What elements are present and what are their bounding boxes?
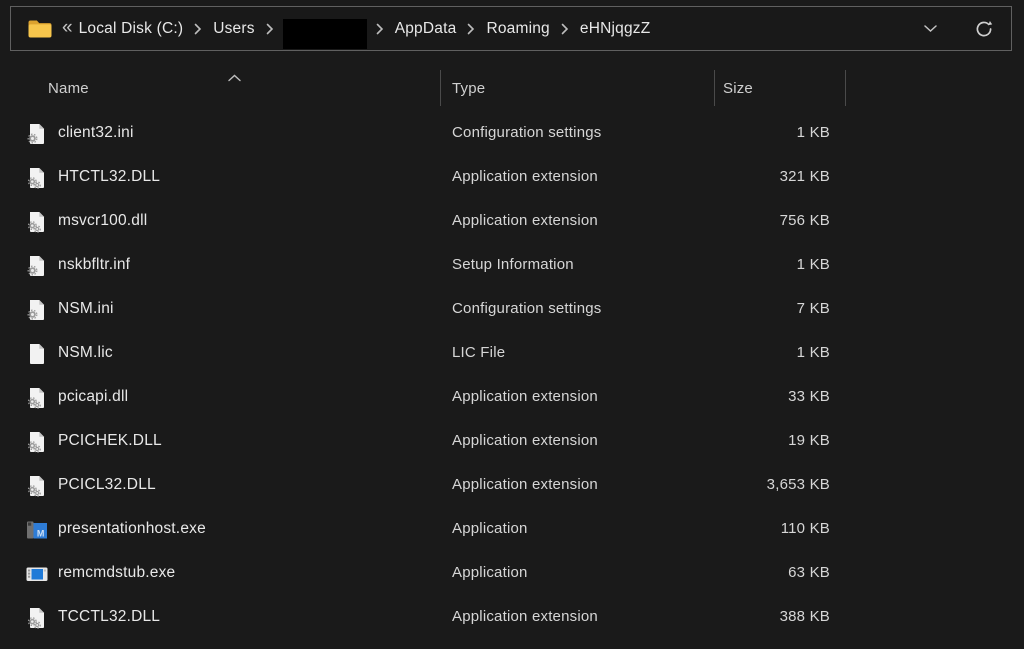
file-type: Configuration settings bbox=[452, 124, 602, 141]
file-type: Application extension bbox=[452, 168, 598, 185]
breadcrumb-item[interactable]: eHNjqgzZ bbox=[578, 20, 653, 38]
file-name: PCICL32.DLL bbox=[58, 476, 156, 494]
breadcrumb-separator-chevron-icon[interactable] bbox=[266, 23, 274, 35]
window-exe-icon bbox=[26, 563, 48, 585]
file-row[interactable]: PCICL32.DLL Application extension 3,653 KB bbox=[0, 464, 1024, 508]
file-name: HTCTL32.DLL bbox=[58, 168, 160, 186]
file-name: remcmdstub.exe bbox=[58, 564, 175, 582]
breadcrumb-separator-chevron-icon[interactable] bbox=[561, 23, 569, 35]
file-size: 1 KB bbox=[640, 344, 830, 361]
address-dropdown-button[interactable] bbox=[915, 14, 945, 44]
breadcrumb-item[interactable]: Local Disk (C:) bbox=[77, 20, 186, 38]
column-divider[interactable] bbox=[440, 70, 441, 106]
text-file-icon bbox=[26, 343, 48, 365]
file-row[interactable]: M presentationhost.exe Application 110 KB bbox=[0, 508, 1024, 552]
gear-file-icon bbox=[26, 255, 48, 277]
dll-file-icon bbox=[26, 475, 48, 497]
breadcrumb-item[interactable]: Roaming bbox=[484, 20, 551, 38]
dll-file-icon bbox=[26, 387, 48, 409]
file-name: NSM.ini bbox=[58, 300, 114, 318]
file-size: 3,653 KB bbox=[640, 476, 830, 493]
file-type: LIC File bbox=[452, 344, 505, 361]
file-size: 63 KB bbox=[640, 564, 830, 581]
gear-file-icon bbox=[26, 299, 48, 321]
file-size: 1 KB bbox=[640, 256, 830, 273]
column-divider[interactable] bbox=[714, 70, 715, 106]
address-bar[interactable]: « Local Disk (C:) Users AppData Roaming … bbox=[10, 6, 1012, 51]
file-type: Setup Information bbox=[452, 256, 574, 273]
file-row[interactable]: NSM.lic LIC File 1 KB bbox=[0, 332, 1024, 376]
breadcrumb-item[interactable]: Users bbox=[211, 20, 256, 38]
chevron-down-icon bbox=[924, 25, 937, 33]
file-row[interactable]: HTCTL32.DLL Application extension 321 KB bbox=[0, 156, 1024, 200]
file-row[interactable]: client32.ini Configuration settings 1 KB bbox=[0, 112, 1024, 156]
file-type: Application extension bbox=[452, 608, 598, 625]
file-list: client32.ini Configuration settings 1 KB H… bbox=[0, 112, 1024, 640]
file-name: presentationhost.exe bbox=[58, 520, 206, 538]
folder-icon bbox=[27, 18, 53, 39]
dll-file-icon bbox=[26, 211, 48, 233]
breadcrumb: Local Disk (C:) Users AppData Roaming eH… bbox=[77, 14, 915, 44]
column-header-size[interactable]: Size bbox=[723, 80, 753, 97]
breadcrumb-item-redacted[interactable] bbox=[283, 19, 367, 49]
refresh-button[interactable] bbox=[969, 14, 999, 44]
file-row[interactable]: msvcr100.dll Application extension 756 KB bbox=[0, 200, 1024, 244]
file-size: 1 KB bbox=[640, 124, 830, 141]
breadcrumb-separator-chevron-icon[interactable] bbox=[467, 23, 475, 35]
svg-text:M: M bbox=[37, 529, 45, 539]
file-size: 388 KB bbox=[640, 608, 830, 625]
file-name: nskbfltr.inf bbox=[58, 256, 130, 274]
file-row[interactable]: pcicapi.dll Application extension 33 KB bbox=[0, 376, 1024, 420]
breadcrumb-item[interactable]: AppData bbox=[393, 20, 459, 38]
breadcrumb-overflow-chevron-icon[interactable]: « bbox=[62, 18, 73, 40]
file-size: 33 KB bbox=[640, 388, 830, 405]
file-type: Application extension bbox=[452, 388, 598, 405]
breadcrumb-separator-chevron-icon[interactable] bbox=[376, 23, 384, 35]
file-type: Application bbox=[452, 520, 528, 537]
refresh-icon bbox=[974, 19, 994, 39]
file-size: 7 KB bbox=[640, 300, 830, 317]
file-type: Application bbox=[452, 564, 528, 581]
sort-ascending-icon bbox=[228, 69, 241, 87]
gear-file-icon bbox=[26, 123, 48, 145]
file-name: NSM.lic bbox=[58, 344, 113, 362]
file-name: msvcr100.dll bbox=[58, 212, 147, 230]
file-name: client32.ini bbox=[58, 124, 134, 142]
file-row[interactable]: remcmdstub.exe Application 63 KB bbox=[0, 552, 1024, 596]
file-type: Configuration settings bbox=[452, 300, 602, 317]
file-name: pcicapi.dll bbox=[58, 388, 128, 406]
breadcrumb-separator-chevron-icon[interactable] bbox=[194, 23, 202, 35]
column-header-row: Name Type Size bbox=[0, 66, 1024, 106]
file-row[interactable]: NSM.ini Configuration settings 7 KB bbox=[0, 288, 1024, 332]
file-size: 321 KB bbox=[640, 168, 830, 185]
dll-file-icon bbox=[26, 607, 48, 629]
column-header-name[interactable]: Name bbox=[48, 80, 89, 97]
file-size: 110 KB bbox=[640, 520, 830, 537]
file-name: TCCTL32.DLL bbox=[58, 608, 160, 626]
file-size: 19 KB bbox=[640, 432, 830, 449]
file-row[interactable]: nskbfltr.inf Setup Information 1 KB bbox=[0, 244, 1024, 288]
file-size: 756 KB bbox=[640, 212, 830, 229]
presentation-exe-icon: M bbox=[26, 519, 48, 541]
dll-file-icon bbox=[26, 167, 48, 189]
file-row[interactable]: PCICHEK.DLL Application extension 19 KB bbox=[0, 420, 1024, 464]
file-row[interactable]: TCCTL32.DLL Application extension 388 KB bbox=[0, 596, 1024, 640]
file-type: Application extension bbox=[452, 432, 598, 449]
file-type: Application extension bbox=[452, 476, 598, 493]
file-name: PCICHEK.DLL bbox=[58, 432, 162, 450]
dll-file-icon bbox=[26, 431, 48, 453]
column-divider[interactable] bbox=[845, 70, 846, 106]
file-type: Application extension bbox=[452, 212, 598, 229]
column-header-type[interactable]: Type bbox=[452, 80, 485, 97]
